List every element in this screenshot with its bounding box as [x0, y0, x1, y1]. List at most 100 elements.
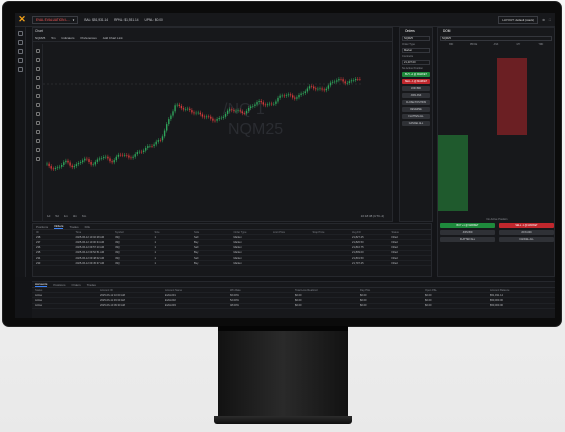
- trash-icon[interactable]: [35, 157, 40, 161]
- sell-market-button[interactable]: SELL -1 @ MARKET: [402, 79, 430, 84]
- dom-flatten-all-button[interactable]: FLATTEN ALL: [440, 237, 495, 242]
- eye-icon[interactable]: [35, 148, 40, 152]
- orders-table-header-cell[interactable]: Stop Price: [313, 231, 353, 234]
- price-ladder[interactable]: [438, 58, 555, 211]
- orders-table-header-cell[interactable]: Limit Price: [273, 231, 313, 234]
- candle-body: [176, 104, 178, 106]
- accounts-table-header-cell[interactable]: Account Balance: [490, 289, 555, 292]
- account-icon[interactable]: [17, 67, 23, 72]
- chart-clock: 10:18:38 (UTC-4): [360, 214, 384, 218]
- dom-join-ask-button[interactable]: JOIN ASK: [499, 230, 554, 235]
- trendline-icon[interactable]: [35, 58, 40, 62]
- orders-table-header-cell[interactable]: Order Type: [234, 231, 274, 234]
- buy-market-button[interactable]: BUY +1 @ MARKET: [402, 72, 430, 77]
- chart-watermark-2: NQM25: [228, 121, 283, 138]
- crosshair-icon[interactable]: [35, 49, 40, 53]
- dom-buy-market-button[interactable]: BUY +1 @ MARKET: [440, 223, 495, 228]
- accounts-table-header-cell[interactable]: Status: [35, 289, 100, 292]
- ladder-ask-cell[interactable]: [497, 208, 527, 211]
- flatten-all-button[interactable]: FLATTEN ALL: [402, 114, 430, 119]
- ladder-bid-cell[interactable]: [438, 207, 468, 211]
- join-bid-button[interactable]: JOIN BID: [402, 86, 430, 91]
- no-position-text: No Active Position: [402, 67, 423, 70]
- tab-acct-positions[interactable]: Positions: [53, 283, 65, 287]
- measure-icon[interactable]: [35, 112, 40, 116]
- dom-icon[interactable]: [17, 49, 23, 54]
- rpnl-stat: RPNL: $1,931.14: [114, 17, 139, 22]
- accounts-table-cell: $0.00: [360, 304, 367, 308]
- accounts-table-header-cell[interactable]: Win Rate: [230, 289, 295, 292]
- orders-table-header-cell[interactable]: Avg Fill: [352, 231, 392, 234]
- zoom-icon[interactable]: [35, 121, 40, 125]
- fullscreen-icon[interactable]: ⛶: [549, 18, 551, 22]
- indicators-button[interactable]: Indicators: [62, 36, 75, 40]
- orders-table-header-cell[interactable]: Size: [155, 231, 195, 234]
- ladder-row[interactable]: [438, 207, 555, 211]
- orders-table-header-cell[interactable]: Time: [76, 231, 116, 234]
- close-position-button[interactable]: CLOSE POSITION: [402, 100, 430, 105]
- orders-table-row[interactable]: 233 2025-06-12 09:45:37 AM/NQ 1 Buy Market 21…: [33, 261, 431, 267]
- order-symbol-field[interactable]: NQM25: [402, 36, 430, 41]
- dom-col-my: MY: [516, 43, 521, 46]
- orders-icon[interactable]: [17, 40, 23, 45]
- price-chart[interactable]: /NQ 1 NQM25: [43, 44, 388, 210]
- tab-trades[interactable]: Trades: [69, 225, 78, 229]
- candle-body: [56, 167, 59, 169]
- preferences-button[interactable]: Preferences: [81, 36, 97, 40]
- range-1m[interactable]: 1m: [64, 214, 68, 218]
- settings-icon[interactable]: ⚙: [542, 18, 545, 22]
- tab-orders[interactable]: Orders: [54, 224, 64, 229]
- accounts-table-row[interactable]: Active 2025-06-10 09:30 AM EVAL003 48.00% $0…: [32, 304, 555, 309]
- timeframe-selector[interactable]: 5m: [51, 36, 55, 40]
- candle-body: [134, 154, 136, 157]
- tab-fills[interactable]: Fills: [85, 225, 90, 229]
- accounts-table-cell: EVAL003: [165, 304, 176, 308]
- symbol-search[interactable]: NQM25: [35, 36, 45, 40]
- range-3m[interactable]: 3m: [73, 214, 77, 218]
- orders-table-header-cell[interactable]: Symbol: [115, 231, 155, 234]
- dom-cancel-all-button[interactable]: CANCEL ALL: [499, 237, 554, 242]
- accounts-table-header-cell[interactable]: Total Loss Realized: [295, 289, 360, 292]
- accounts-table-cell: $50,000.00: [490, 304, 503, 308]
- range-6m[interactable]: 6m: [82, 214, 86, 218]
- chart-icon[interactable]: [17, 31, 23, 36]
- fib-icon[interactable]: [35, 76, 40, 80]
- dom-sell-market-button[interactable]: SELL -1 @ MARKET: [499, 223, 554, 228]
- dom-column-headers: BID PRICE ASK MY TRD: [438, 41, 554, 48]
- ray-icon[interactable]: [35, 67, 40, 71]
- orders-table-header-cell[interactable]: Status: [392, 231, 432, 234]
- tab-accounts[interactable]: Accounts: [35, 282, 48, 287]
- rectangle-icon[interactable]: [35, 85, 40, 89]
- account-selector[interactable]: EVAL EVALUATION L... ▾: [32, 15, 79, 24]
- accounts-table-header-cell[interactable]: Open P&L: [425, 289, 490, 292]
- range-1d[interactable]: 1d: [47, 214, 50, 218]
- order-type-select[interactable]: Market: [402, 48, 430, 53]
- history-icon[interactable]: [17, 58, 23, 63]
- range-5d[interactable]: 5d: [55, 214, 58, 218]
- reverse-button[interactable]: REVERSE: [402, 107, 430, 112]
- price-field[interactable]: 21,437.00: [402, 60, 430, 65]
- add-chart-link-button[interactable]: Add Chart Link: [103, 36, 123, 40]
- candle-body: [182, 108, 185, 110]
- brush-icon[interactable]: [35, 103, 40, 107]
- lock-icon[interactable]: [35, 139, 40, 143]
- candle-body: [71, 165, 73, 168]
- orders-table-header-cell[interactable]: ID: [36, 231, 76, 234]
- magnet-icon[interactable]: [35, 130, 40, 134]
- accounts-table-header-cell[interactable]: Account ID: [100, 289, 165, 292]
- text-icon[interactable]: [35, 94, 40, 98]
- layout-selector[interactable]: LAYOUT: default (stack): [498, 16, 539, 24]
- accounts-table-header-cell[interactable]: Account Name: [165, 289, 230, 292]
- orders-table-cell: 235: [36, 251, 41, 255]
- tab-acct-trades[interactable]: Trades: [87, 283, 96, 287]
- upnl-stat: UPNL: $0.00: [144, 17, 163, 22]
- cancel-all-button[interactable]: CANCEL ALL: [402, 121, 430, 126]
- tab-acct-orders[interactable]: Orders: [72, 283, 81, 287]
- candle-body: [329, 82, 332, 86]
- orders-table-header-cell[interactable]: Side: [194, 231, 234, 234]
- accounts-table-header-cell[interactable]: Day P&L: [360, 289, 425, 292]
- orders-table-cell: Buy: [194, 261, 199, 265]
- tab-positions[interactable]: Positions: [36, 225, 48, 229]
- dom-join-bid-button[interactable]: JOIN BID: [440, 230, 495, 235]
- join-ask-button[interactable]: JOIN ASK: [402, 93, 430, 98]
